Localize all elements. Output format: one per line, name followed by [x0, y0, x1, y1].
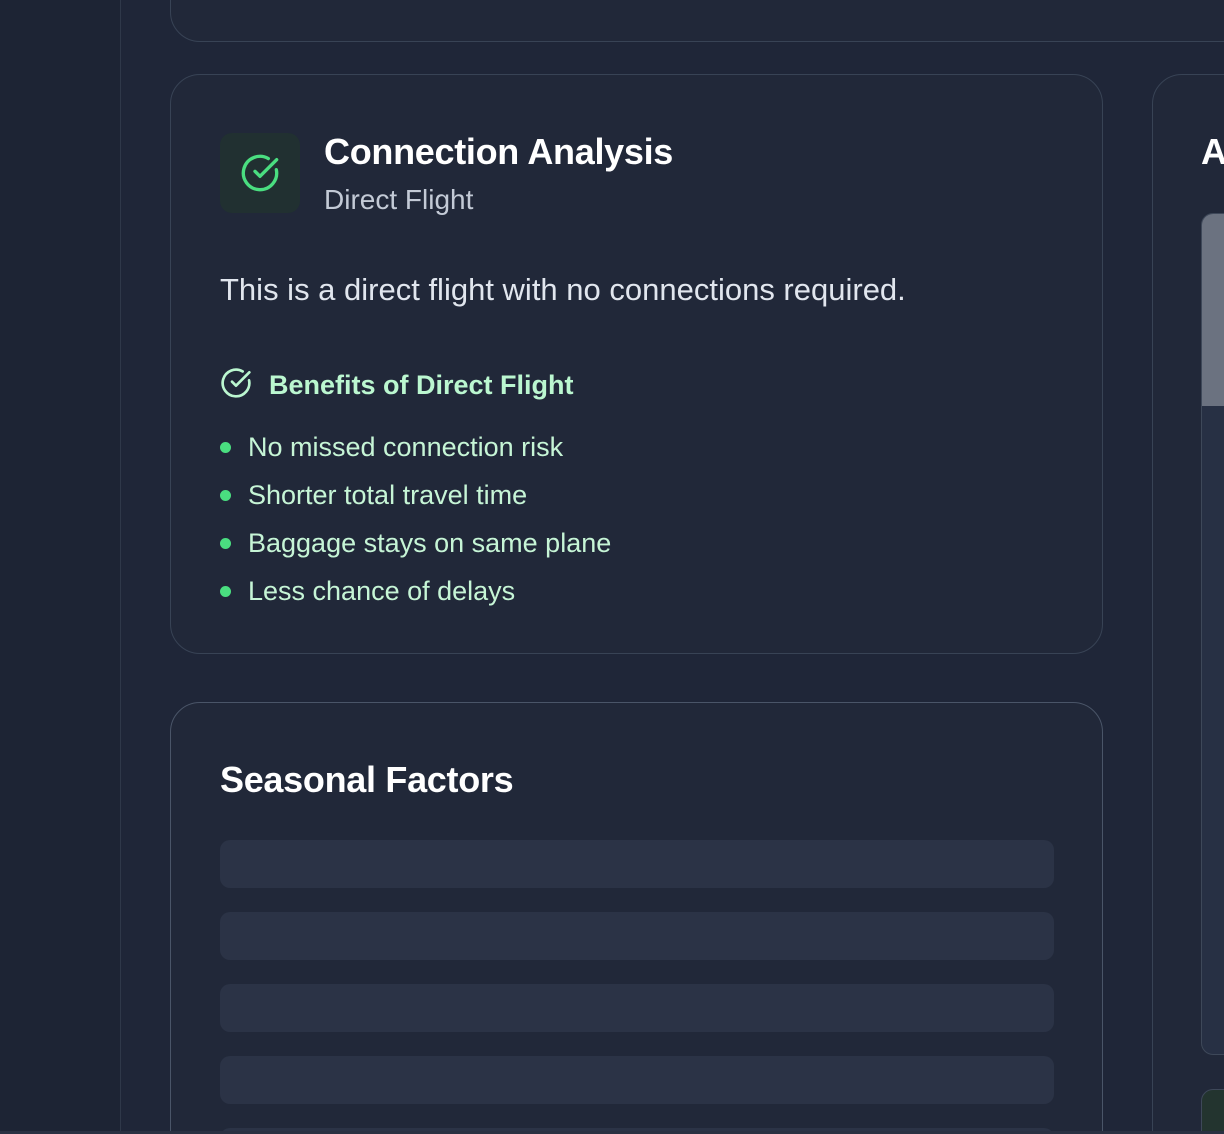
- right-card-title: A: [1201, 131, 1224, 172]
- benefit-text: Shorter total travel time: [248, 479, 528, 510]
- bullet-dot-icon: [220, 489, 231, 501]
- left-sidebar-rail: [0, 0, 121, 1134]
- benefits-section: Benefits of Direct Flight No missed conn…: [220, 367, 611, 615]
- loading-skeleton-row: [220, 984, 1054, 1032]
- bullet-dot-icon: [220, 441, 231, 453]
- scrollbar-thumb[interactable]: [1202, 214, 1224, 406]
- connection-type-subtitle: Direct Flight: [324, 184, 474, 215]
- benefit-text: Less chance of delays: [248, 575, 516, 606]
- benefits-title: Benefits of Direct Flight: [269, 369, 574, 400]
- benefits-header: Benefits of Direct Flight: [220, 367, 611, 403]
- previous-card: [170, 0, 1224, 42]
- loading-skeleton-row: [220, 840, 1054, 888]
- connection-analysis-card: Connection Analysis Direct Flight This i…: [170, 74, 1103, 654]
- loading-skeleton-row: [220, 912, 1054, 960]
- seasonal-factors-card: Seasonal Factors: [170, 702, 1103, 1134]
- seasonal-factors-title: Seasonal Factors: [220, 759, 514, 800]
- check-circle-icon: [220, 367, 252, 404]
- right-side-card: A: [1152, 74, 1224, 1134]
- loading-skeleton-row: [220, 1056, 1054, 1104]
- check-circle-icon: [220, 133, 300, 213]
- page: Connection Analysis Direct Flight This i…: [0, 0, 1224, 1134]
- connection-description: This is a direct flight with no connecti…: [220, 272, 906, 307]
- right-scroll-panel[interactable]: [1201, 213, 1224, 1055]
- benefit-text: No missed connection risk: [248, 431, 564, 462]
- benefits-list: No missed connection risk Shorter total …: [220, 423, 611, 615]
- benefit-item: Less chance of delays: [220, 567, 611, 615]
- benefit-item: Shorter total travel time: [220, 471, 611, 519]
- benefit-item: Baggage stays on same plane: [220, 519, 611, 567]
- benefit-text: Baggage stays on same plane: [248, 527, 612, 558]
- connection-analysis-title: Connection Analysis: [324, 131, 674, 172]
- benefit-item: No missed connection risk: [220, 423, 611, 471]
- bullet-dot-icon: [220, 537, 231, 549]
- image-thumbnail[interactable]: [1201, 1089, 1224, 1134]
- bullet-dot-icon: [220, 585, 231, 597]
